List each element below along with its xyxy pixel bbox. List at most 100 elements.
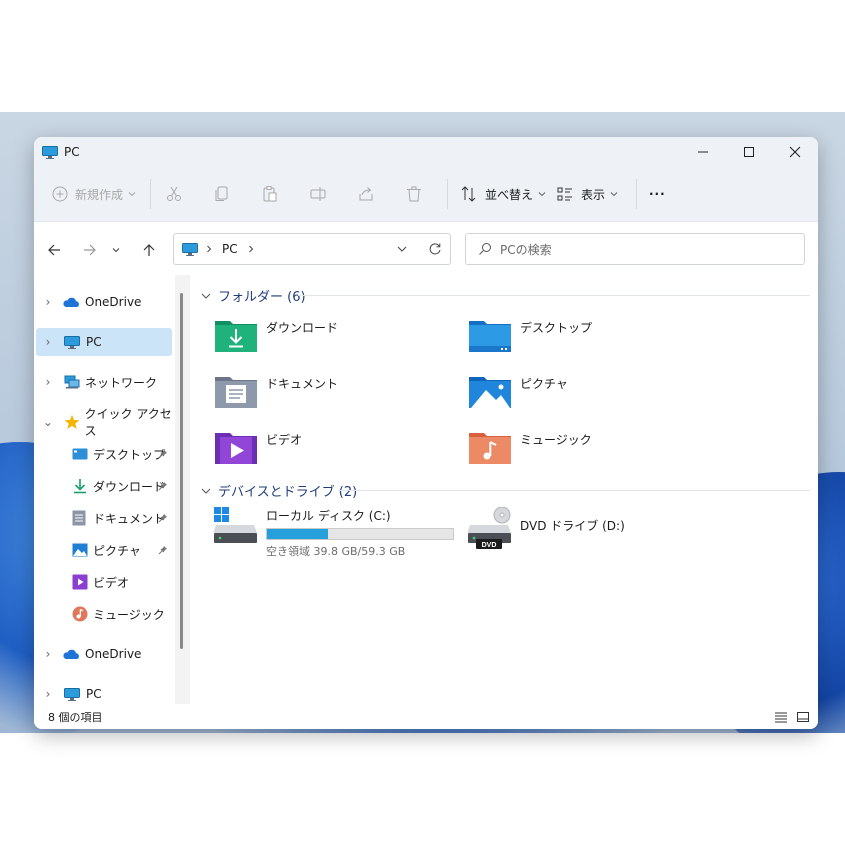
download-folder-icon [215,321,257,352]
sidebar-item-pc[interactable]: › PC [36,328,172,356]
pin-icon[interactable] [158,545,168,555]
rename-icon [310,187,326,201]
document-icon [72,510,86,526]
chevron-down-icon [201,488,211,494]
drive-usage-fill [267,529,329,539]
chevron-right-icon [207,245,212,253]
maximize-button[interactable] [726,137,772,167]
sidebar-item-label: ネットワーク [85,375,158,390]
sidebar-item-onedrive[interactable]: › OneDrive [42,288,182,316]
refresh-icon[interactable] [428,242,442,256]
file-explorer-window: PC 新規作成 並べ替え 表示 ··· PC PCの検索 › OneDrive … [34,137,818,729]
pc-icon [42,145,58,159]
sidebar-item-documents[interactable]: ドキュメント [72,504,174,532]
folder-downloads[interactable]: ダウンロード [214,317,338,353]
up-button[interactable] [137,238,161,262]
pin-icon[interactable] [158,481,168,491]
download-icon [74,479,86,494]
search-box[interactable]: PCの検索 [465,233,805,265]
more-options-button[interactable]: ··· [649,176,679,212]
chevron-right-icon[interactable]: › [42,375,54,389]
chevron-down-icon[interactable] [396,243,408,255]
pc-icon [182,242,198,256]
chevron-down-icon [128,192,136,197]
folder-pictures[interactable]: ピクチャ [468,373,568,409]
music-folder-icon [469,433,511,464]
sidebar-item-label: PC [86,335,102,349]
sidebar-item-label: OneDrive [85,295,142,309]
view-button[interactable]: 表示 [556,176,632,212]
close-button[interactable] [772,137,818,167]
folder-videos[interactable]: ビデオ [214,429,302,465]
pin-icon[interactable] [158,449,168,459]
sort-icon [461,186,476,202]
sidebar-scrollbar-thumb[interactable] [180,293,183,649]
forward-button[interactable] [78,238,102,262]
chevron-down-icon [610,192,618,197]
pictures-folder-icon [469,377,511,408]
folder-label: デスクトップ [520,321,593,335]
breadcrumb-pc[interactable]: PC [222,242,238,256]
tiles-view-icon[interactable] [796,711,810,723]
drive-d[interactable]: DVD DVD ドライブ (D:) [468,507,625,549]
drives-group-header[interactable]: デバイスとドライブ (2) [200,481,357,500]
folders-group-title: フォルダー (6) [218,290,306,305]
chevron-right-icon[interactable]: › [42,295,54,309]
sidebar-item-downloads[interactable]: ダウンロード [72,472,174,500]
pc-icon [64,687,80,701]
pin-icon[interactable] [158,513,168,523]
drive-usage-bar [266,528,454,540]
folders-group-header[interactable]: フォルダー (6) [200,286,306,305]
folder-desktop[interactable]: デスクトップ [468,317,592,353]
onedrive-icon [63,649,79,659]
pictures-icon [72,543,88,557]
arrow-left-icon [48,244,60,256]
sidebar-item-desktop[interactable]: デスクトップ [72,440,174,468]
sidebar-item-videos[interactable]: ビデオ [72,568,174,596]
drive-c[interactable]: ローカル ディスク (C:) 空き領域 39.8 GB/59.3 GB [214,507,454,559]
sidebar-item-label: PC [86,687,102,701]
rename-button[interactable] [309,176,357,212]
sidebar-item-music[interactable]: ミュージック [72,600,174,628]
drive-label: ローカル ディスク (C:) [266,509,391,523]
item-count: 8 個の項目 [48,710,103,724]
share-button[interactable] [357,176,405,212]
ellipsis-icon: ··· [649,187,666,201]
delete-button[interactable] [405,176,435,212]
back-button[interactable] [42,238,66,262]
chevron-right-icon[interactable]: › [42,687,54,701]
cut-button[interactable] [165,176,213,212]
minimize-button[interactable] [680,137,726,167]
documents-folder-icon [215,377,257,408]
folder-label: ドキュメント [266,377,339,391]
desktop-folder-icon [469,321,511,352]
sidebar-item-pictures[interactable]: ピクチャ [72,536,174,564]
sort-button[interactable]: 並べ替え [460,176,556,212]
chevron-down-icon[interactable]: ⌄ [42,415,54,429]
sidebar-item-network[interactable]: › ネットワーク [42,368,182,396]
address-bar[interactable]: PC [173,233,451,265]
sidebar-item-quick-access[interactable]: ⌄ クイック アクセス [42,407,182,438]
details-view-icon[interactable] [774,711,788,723]
new-button[interactable]: 新規作成 [52,176,144,212]
drive-label: DVD ドライブ (D:) [520,519,625,533]
chevron-right-icon[interactable]: › [42,335,54,349]
folder-documents[interactable]: ドキュメント [214,373,338,409]
sidebar-item-label: クイック アクセス [84,407,172,438]
folder-music[interactable]: ミュージック [468,429,592,465]
paste-button[interactable] [261,176,309,212]
network-icon [64,375,80,389]
arrow-up-icon [143,244,155,256]
chevron-down-icon [201,293,211,299]
sidebar-item-label: OneDrive [85,647,142,661]
music-icon [72,606,88,622]
desktop-icon [72,448,88,460]
folder-label: ミュージック [520,433,592,447]
sidebar-item-onedrive-2[interactable]: › OneDrive [42,640,182,668]
chevron-right-icon[interactable]: › [42,647,54,661]
minimize-icon [698,151,708,153]
copy-button[interactable] [213,176,261,212]
recent-locations-button[interactable] [108,238,124,262]
share-icon [359,187,373,201]
dvd-drive-icon: DVD [468,507,511,549]
